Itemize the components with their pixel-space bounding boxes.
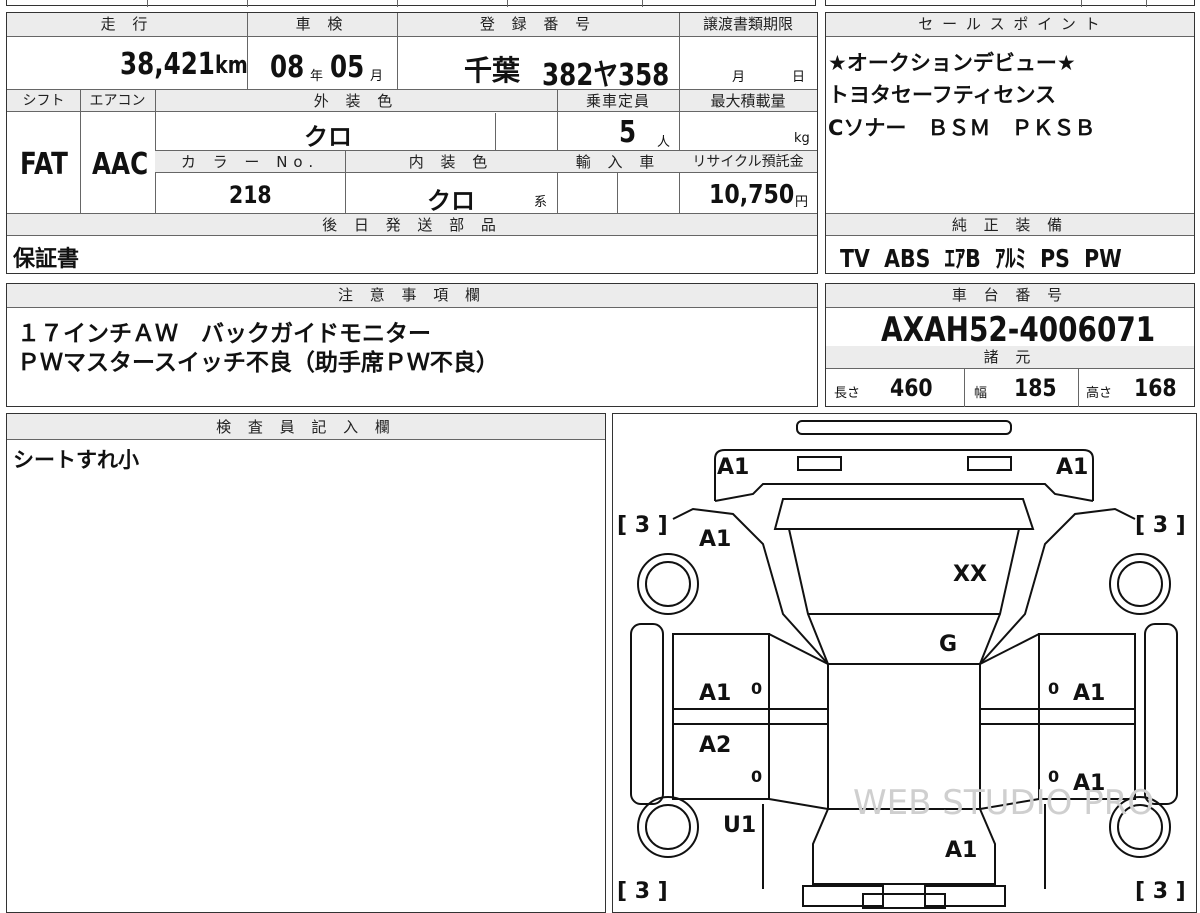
color-no-value: 218 — [229, 181, 272, 209]
sales-points-header: セ ー ル ス ポ イ ン ト — [826, 13, 1194, 37]
shaken-year-unit: 年 — [310, 69, 324, 84]
later-parts-header: 後 日 発 送 部 品 — [7, 214, 817, 236]
top-strip — [6, 0, 816, 7]
notes-header: 注 意 事 項 欄 — [7, 284, 817, 308]
length-value: 460 — [890, 374, 933, 402]
tire-mark-rear-left: [ 3 ] — [617, 879, 668, 904]
sales-points-box: セ ー ル ス ポ イ ン ト ★オークションデビュー★ トヨタセーフティセンス… — [825, 12, 1195, 274]
zero-left-2: 0 — [751, 767, 762, 786]
sales-point-line-2: トヨタセーフティセンス — [828, 83, 1057, 107]
recycle-value: 10,750 — [709, 180, 795, 210]
capacity-header: 乗車定員 — [557, 90, 679, 112]
capacity-value: 5 — [619, 115, 637, 150]
aircon-value: AAC — [92, 147, 149, 182]
registration-header: 登 録 番 号 — [397, 13, 679, 37]
interior-color-unit: 系 — [534, 195, 548, 210]
shaken-header: 車 検 — [247, 13, 397, 37]
aircon-header: エアコン — [80, 90, 155, 112]
top-strip-right — [825, 0, 1195, 7]
shift-header: シフト — [7, 90, 80, 112]
width-value: 185 — [1014, 374, 1057, 402]
mark-roof-rear: A1 — [945, 838, 977, 863]
mark-front-right: A1 — [1056, 455, 1088, 480]
capacity-unit: 人 — [657, 135, 671, 150]
transfer-day: 日 — [792, 70, 806, 85]
specs-header: 諸 元 — [826, 346, 1194, 369]
zero-right-2: 0 — [1048, 767, 1059, 786]
mileage-value: 38,421 — [120, 47, 215, 82]
chassis-box: 車 台 番 号 AXAH52-4006071 諸 元 長さ 460 幅 185 … — [825, 283, 1195, 407]
zero-right-1: 0 — [1048, 679, 1059, 698]
car-diagram: WEB STUDIO PRO A1 A1 A1 XX G A1 A1 A2 A1… — [617, 420, 1186, 909]
mark-left-fender: A1 — [699, 527, 731, 552]
length-label: 長さ — [834, 386, 861, 401]
height-label: 高さ — [1086, 386, 1113, 401]
inspector-box: 検 査 員 記 入 欄 シートすれ小 — [6, 413, 606, 913]
notes-line-2: ＰＷマスタースイッチ不良（助手席ＰＷ不良） — [17, 350, 499, 376]
shift-value: FAT — [20, 147, 68, 182]
max-load-unit: kg — [794, 131, 810, 146]
transfer-header: 譲渡書類期限 — [679, 13, 817, 37]
mark-left-quarter: U1 — [723, 813, 756, 838]
chassis-number: AXAH52-4006071 — [881, 310, 1156, 350]
vehicle-info-table: 走 行 車 検 登 録 番 号 譲渡書類期限 38,421 km 08 年 05… — [6, 12, 818, 274]
recycle-unit: 円 — [795, 195, 809, 210]
mileage-unit: km — [215, 51, 248, 79]
mark-front-left: A1 — [717, 455, 749, 480]
equipment-value: TV ABS ｴｱB ｱﾙﾐ PS PW — [840, 244, 1122, 273]
registration-number: 382ヤ358 — [542, 58, 670, 93]
interior-color-header: 内 装 色 — [345, 151, 557, 173]
mileage-header: 走 行 — [7, 13, 247, 37]
exterior-color-value: クロ — [304, 123, 352, 151]
watermark: WEB STUDIO PRO — [853, 783, 1154, 823]
mark-right-front-door: A1 — [1073, 681, 1105, 706]
interior-color-value: クロ — [427, 187, 475, 215]
equipment-header: 純 正 装 備 — [826, 214, 1194, 236]
mark-right-rear-door: A1 — [1073, 771, 1105, 796]
width-label: 幅 — [974, 386, 988, 401]
tire-mark-front-left: [ 3 ] — [617, 513, 668, 538]
inspector-value: シートすれ小 — [13, 448, 139, 472]
shaken-year: 08 — [270, 50, 305, 85]
notes-box: 注 意 事 項 欄 １７インチＡＷ バックガイドモニター ＰＷマスタースイッチ不… — [6, 283, 818, 407]
tire-mark-front-right: [ 3 ] — [1135, 513, 1186, 538]
sales-point-line-1: ★オークションデビュー★ — [828, 51, 1076, 75]
mark-left-rear-door: A2 — [699, 733, 731, 758]
exterior-color-header: 外 装 色 — [155, 90, 557, 112]
mark-left-front-door: A1 — [699, 681, 731, 706]
car-diagram-box: WEB STUDIO PRO A1 A1 A1 XX G A1 A1 A2 A1… — [612, 413, 1197, 913]
registration-area: 千葉 — [464, 54, 521, 87]
recycle-header: リサイクル預託金 — [679, 151, 817, 173]
color-no-header: カ ラ ー No. — [155, 151, 345, 173]
height-value: 168 — [1134, 374, 1177, 402]
tire-mark-rear-right: [ 3 ] — [1135, 879, 1186, 904]
inspector-header: 検 査 員 記 入 欄 — [7, 414, 605, 440]
transfer-month: 月 — [732, 70, 746, 85]
chassis-header: 車 台 番 号 — [826, 284, 1194, 308]
mark-hood: XX — [953, 562, 987, 587]
max-load-header: 最大積載量 — [679, 90, 817, 112]
import-header: 輸 入 車 — [557, 151, 679, 173]
sales-point-line-3: Cソナー ＢＳＭ ＰＫＳＢ — [828, 116, 1096, 140]
zero-left-1: 0 — [751, 679, 762, 698]
shaken-month: 05 — [330, 50, 365, 85]
later-parts-value: 保証書 — [13, 247, 80, 272]
mark-windshield: G — [939, 632, 957, 657]
shaken-month-unit: 月 — [370, 69, 384, 84]
